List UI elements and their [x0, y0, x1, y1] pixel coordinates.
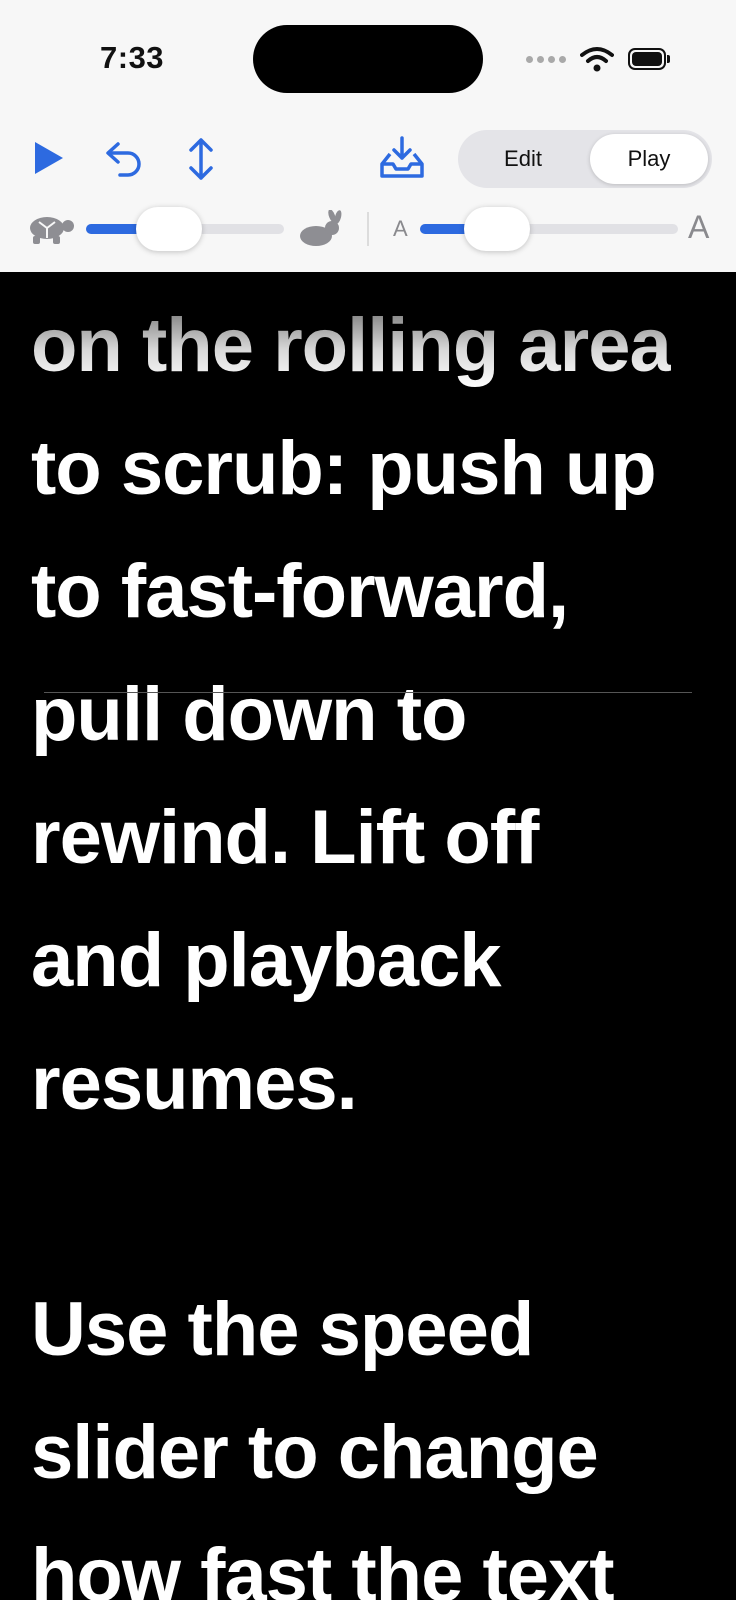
status-time: 7:33 — [100, 40, 165, 75]
status-icons — [526, 44, 670, 74]
reader-line: to fast-forward, — [31, 549, 569, 634]
reader-line: resumes. — [31, 1041, 358, 1126]
reader-line: Use the speed — [31, 1287, 534, 1372]
mode-segmented-control: Edit Play — [458, 130, 712, 188]
scroll-direction-button[interactable] — [186, 136, 216, 182]
play-icon — [35, 142, 63, 174]
teleprompter-reading-area[interactable]: on the rolling area to scrub: push up to f… — [0, 272, 736, 1600]
reading-guide-line — [44, 692, 692, 693]
top-toolbar-area: 7:33 Edit Play A A — [0, 0, 736, 272]
battery-icon — [628, 48, 670, 70]
inbox-download-icon — [380, 136, 424, 178]
toolbar-divider — [367, 212, 369, 246]
reader-line: and playback — [31, 918, 502, 1003]
reader-line: pull down to — [31, 672, 467, 757]
font-size-slider[interactable] — [420, 224, 678, 234]
import-button[interactable] — [378, 134, 426, 182]
speed-slider-thumb[interactable] — [135, 207, 202, 251]
up-down-arrow-icon — [189, 138, 213, 180]
cellular-signal-icon — [526, 55, 566, 63]
undo-icon — [106, 142, 141, 177]
play-button[interactable] — [30, 138, 66, 178]
font-size-large-label: A — [688, 209, 710, 245]
reader-line: to scrub: push up — [31, 426, 657, 511]
reader-line: rewind. Lift off — [31, 795, 539, 880]
font-size-slider-thumb[interactable] — [463, 207, 530, 251]
reader-line: how fast the text — [31, 1533, 615, 1600]
tab-edit[interactable]: Edit — [462, 134, 584, 184]
tab-play[interactable]: Play — [590, 134, 708, 184]
dynamic-island — [253, 25, 483, 93]
reader-line: slider to change — [31, 1410, 599, 1495]
reader-line: on the rolling area — [31, 303, 672, 388]
turtle-icon — [30, 217, 74, 244]
font-size-small-label: A — [393, 216, 408, 241]
rabbit-icon — [300, 210, 342, 246]
wifi-icon — [580, 47, 614, 72]
undo-button[interactable] — [104, 138, 144, 180]
